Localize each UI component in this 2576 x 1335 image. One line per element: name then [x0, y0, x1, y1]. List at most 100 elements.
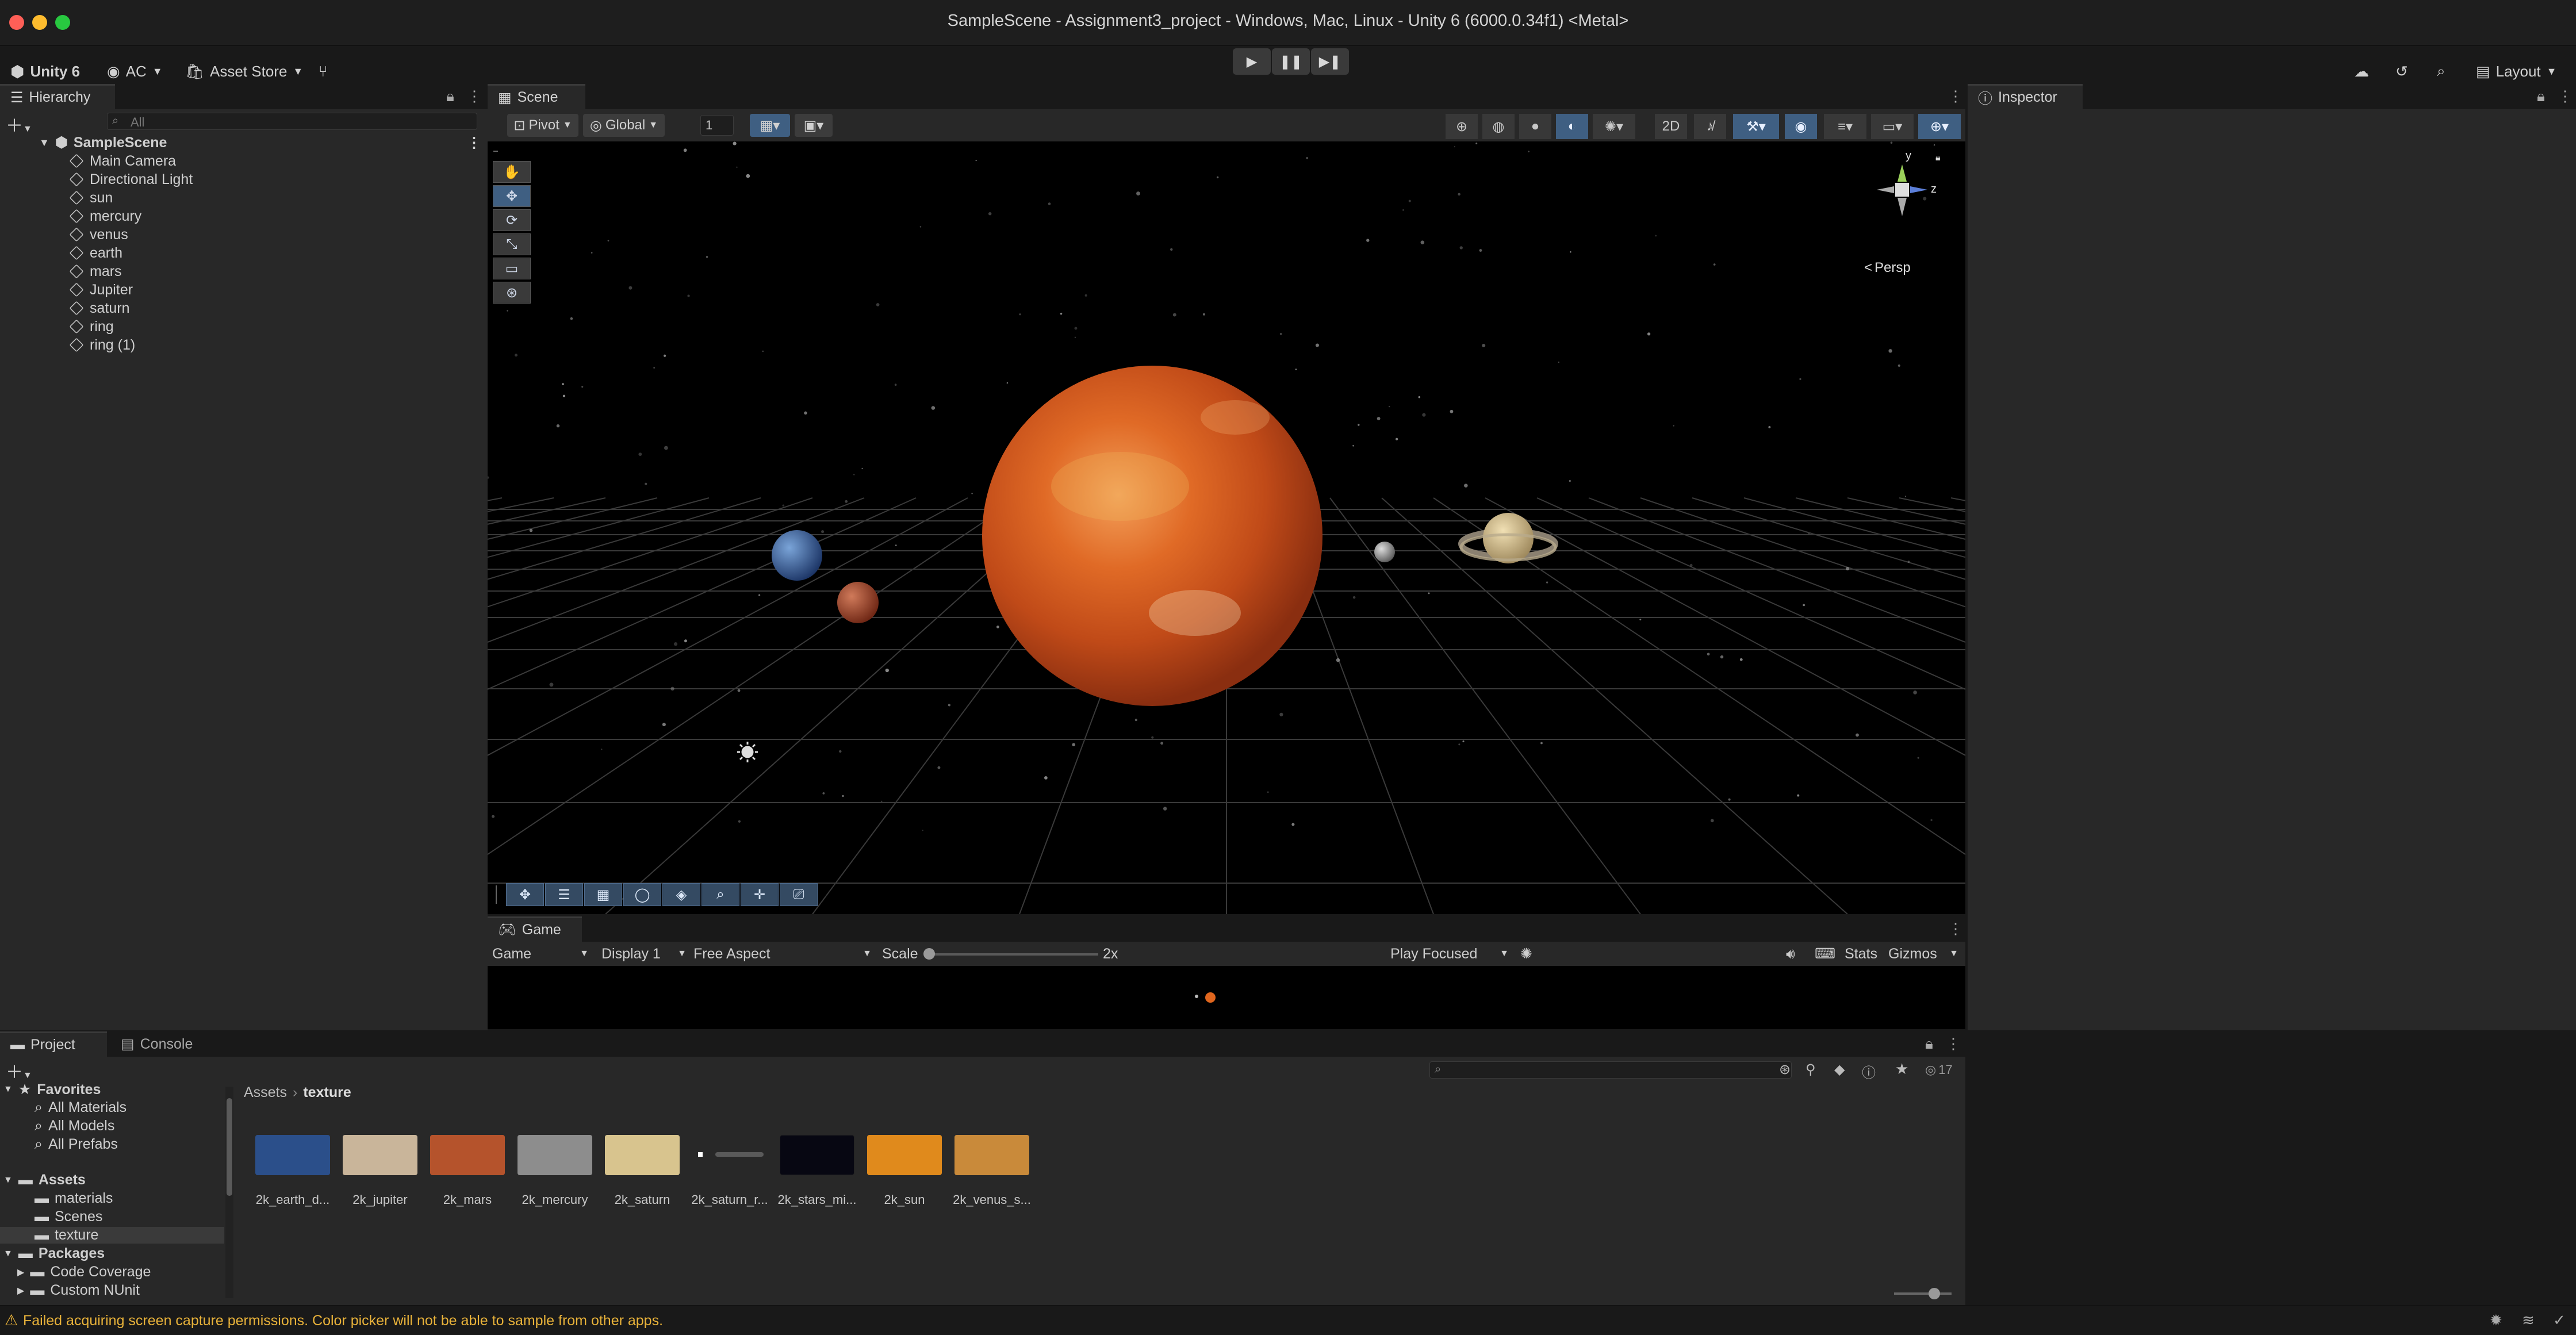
label-icon[interactable]: ◆: [1834, 1061, 1845, 1078]
tool-palette-handle[interactable]: [493, 151, 498, 153]
snap-toggle[interactable]: ▣▾: [795, 114, 833, 137]
rect-tool[interactable]: ▭: [493, 258, 531, 279]
overlay-orbit-tool[interactable]: ◯: [623, 883, 661, 906]
tab-inspector[interactable]: ⓘ Inspector: [1968, 84, 2083, 109]
hierarchy-item[interactable]: venus: [0, 225, 486, 244]
filter-icon[interactable]: ⚲: [1805, 1061, 1816, 1078]
shaded-wire-button[interactable]: ◍: [1482, 114, 1515, 139]
mercury-object[interactable]: [1374, 542, 1395, 562]
overlay-pan-tool[interactable]: ✛: [741, 883, 779, 906]
pause-button[interactable]: ❚❚: [1272, 48, 1310, 75]
assets-header[interactable]: ▼ ▬ Assets: [3, 1172, 86, 1188]
tab-project[interactable]: ▬ Project: [0, 1031, 107, 1057]
2d-toggle[interactable]: 2D: [1655, 114, 1687, 139]
file-thumbnail[interactable]: [954, 1135, 1029, 1175]
progress-icon[interactable]: ≋: [2522, 1311, 2535, 1329]
scene-more-icon[interactable]: ⋮: [467, 134, 481, 151]
lighting-toggle[interactable]: ◐: [1556, 114, 1588, 139]
lock-icon[interactable]: 🔒︎: [2537, 87, 2545, 106]
project-tree-scrollbar[interactable]: [225, 1087, 233, 1298]
lock-icon[interactable]: 🔒︎: [446, 87, 454, 106]
grid-snap-input[interactable]: 1: [700, 115, 734, 136]
packages-header[interactable]: ▼ ▬ Packages: [3, 1245, 105, 1262]
file-thumbnail[interactable]: [343, 1135, 417, 1175]
grid-toggle[interactable]: ▦▾: [750, 114, 790, 137]
overlay-grid-tool[interactable]: ▦: [584, 883, 622, 906]
hierarchy-item[interactable]: ring (1): [0, 336, 486, 354]
global-dropdown[interactable]: ◎ Global ▼: [583, 114, 665, 137]
hidden-packages-toggle[interactable]: ◎ 17: [1925, 1062, 1953, 1077]
lock-icon[interactable]: 🔒︎: [1925, 1035, 1933, 1053]
sun-object[interactable]: [982, 366, 1322, 706]
breadcrumb-assets[interactable]: Assets: [244, 1084, 287, 1101]
gizmos-toggle[interactable]: ⊕▾: [1918, 114, 1961, 139]
thumbnail-size-slider[interactable]: [1894, 1288, 1952, 1299]
hierarchy-item[interactable]: mercury: [0, 207, 486, 225]
hierarchy-item[interactable]: ring: [0, 317, 486, 336]
account-dropdown[interactable]: ◉ AC ▼: [107, 59, 163, 84]
unity-menu-button[interactable]: ⬢ Unity 6: [10, 59, 80, 84]
more-options-icon[interactable]: ⋮: [1948, 920, 1963, 938]
check-icon[interactable]: ✓: [2553, 1311, 2566, 1329]
search-button[interactable]: ⌕: [2437, 59, 2445, 84]
aspect-dropdown[interactable]: Free Aspect ▼: [693, 943, 872, 964]
earth-object[interactable]: [772, 530, 822, 581]
mars-object[interactable]: [837, 582, 879, 623]
overlay-layers-tool[interactable]: ◈: [662, 883, 700, 906]
more-options-icon[interactable]: ⋮: [467, 87, 482, 105]
pivot-dropdown[interactable]: ⊡ Pivot ▼: [507, 114, 578, 137]
scrollbar-thumb[interactable]: [227, 1098, 232, 1196]
file-thumbnail[interactable]: [255, 1135, 330, 1175]
overlay-handle[interactable]: [496, 885, 498, 904]
keyboard-toggle[interactable]: ⌨: [1815, 943, 1835, 964]
search-by-type-icon[interactable]: ⊛: [1779, 1061, 1791, 1078]
scene-root-row[interactable]: ▼ ⬢ SampleScene ⋮: [0, 133, 486, 152]
saturn-object[interactable]: [1483, 513, 1534, 563]
file-thumbnail[interactable]: [518, 1135, 592, 1175]
layout-dropdown[interactable]: ▤ Layout ▼: [2476, 59, 2556, 84]
hierarchy-search-input[interactable]: ⌕ All: [107, 113, 477, 130]
favorites-header[interactable]: ▼ ★ Favorites: [3, 1081, 101, 1098]
tab-console[interactable]: ▤ Console: [110, 1031, 217, 1057]
game-viewport[interactable]: [488, 966, 1965, 1029]
overlay-align-tool[interactable]: ☰: [545, 883, 583, 906]
draw-mode-button[interactable]: ⊕: [1446, 114, 1478, 139]
more-options-icon[interactable]: ⋮: [2558, 87, 2573, 105]
version-control-button[interactable]: ⑂: [319, 59, 328, 84]
transform-tool[interactable]: ⊛: [493, 282, 531, 304]
hierarchy-item[interactable]: Jupiter: [0, 281, 486, 299]
hierarchy-item[interactable]: mars: [0, 262, 486, 281]
light-gizmo-icon[interactable]: [737, 742, 758, 762]
display-dropdown[interactable]: Display 1 ▼: [601, 943, 687, 964]
step-button[interactable]: ▶❚: [1311, 48, 1349, 75]
assets-item[interactable]: ▬ materials: [34, 1190, 113, 1207]
packages-item[interactable]: ▶ ▬ Code Coverage: [17, 1264, 151, 1280]
hierarchy-item[interactable]: earth: [0, 244, 486, 262]
camera-dropdown[interactable]: ▭▾: [1871, 114, 1914, 139]
assets-item[interactable]: ▬ texture: [0, 1227, 224, 1244]
hierarchy-item[interactable]: sun: [0, 189, 486, 207]
effects-dropdown[interactable]: ✺▾: [1593, 114, 1635, 139]
scale-tool[interactable]: ⤡: [493, 233, 531, 255]
favorites-item[interactable]: ⌕ All Materials: [34, 1099, 126, 1116]
thumbnail-size-thumb[interactable]: [1929, 1288, 1940, 1299]
orientation-gizmo[interactable]: y z 🔒︎ < Persp: [1862, 149, 1954, 275]
tab-hierarchy[interactable]: ☰ Hierarchy: [0, 84, 115, 109]
favorites-item[interactable]: ⌕ All Prefabs: [34, 1136, 118, 1153]
packages-item[interactable]: ▶ ▬ Custom NUnit: [17, 1282, 140, 1299]
gizmos-dropdown[interactable]: Gizmos ▼: [1888, 943, 1958, 964]
mute-audio-toggle[interactable]: 🔊︎: [1786, 943, 1795, 964]
scale-slider-thumb[interactable]: [923, 948, 935, 960]
project-search-input[interactable]: ⌕: [1429, 1061, 1792, 1079]
more-options-icon[interactable]: ⋮: [1946, 1035, 1961, 1053]
history-button[interactable]: ↺: [2395, 59, 2408, 84]
breadcrumb-texture[interactable]: texture: [303, 1084, 351, 1101]
status-message[interactable]: Failed acquiring screen capture permissi…: [23, 1313, 663, 1329]
hand-tool[interactable]: ✋: [493, 161, 531, 183]
tab-scene[interactable]: ▦ Scene: [488, 84, 585, 109]
hierarchy-item[interactable]: saturn: [0, 299, 486, 317]
hierarchy-item[interactable]: Directional Light: [0, 170, 486, 189]
overlay-camera-tool[interactable]: ⎚: [780, 883, 818, 906]
cloud-button[interactable]: ☁: [2354, 59, 2369, 84]
file-thumbnail[interactable]: [692, 1135, 767, 1175]
